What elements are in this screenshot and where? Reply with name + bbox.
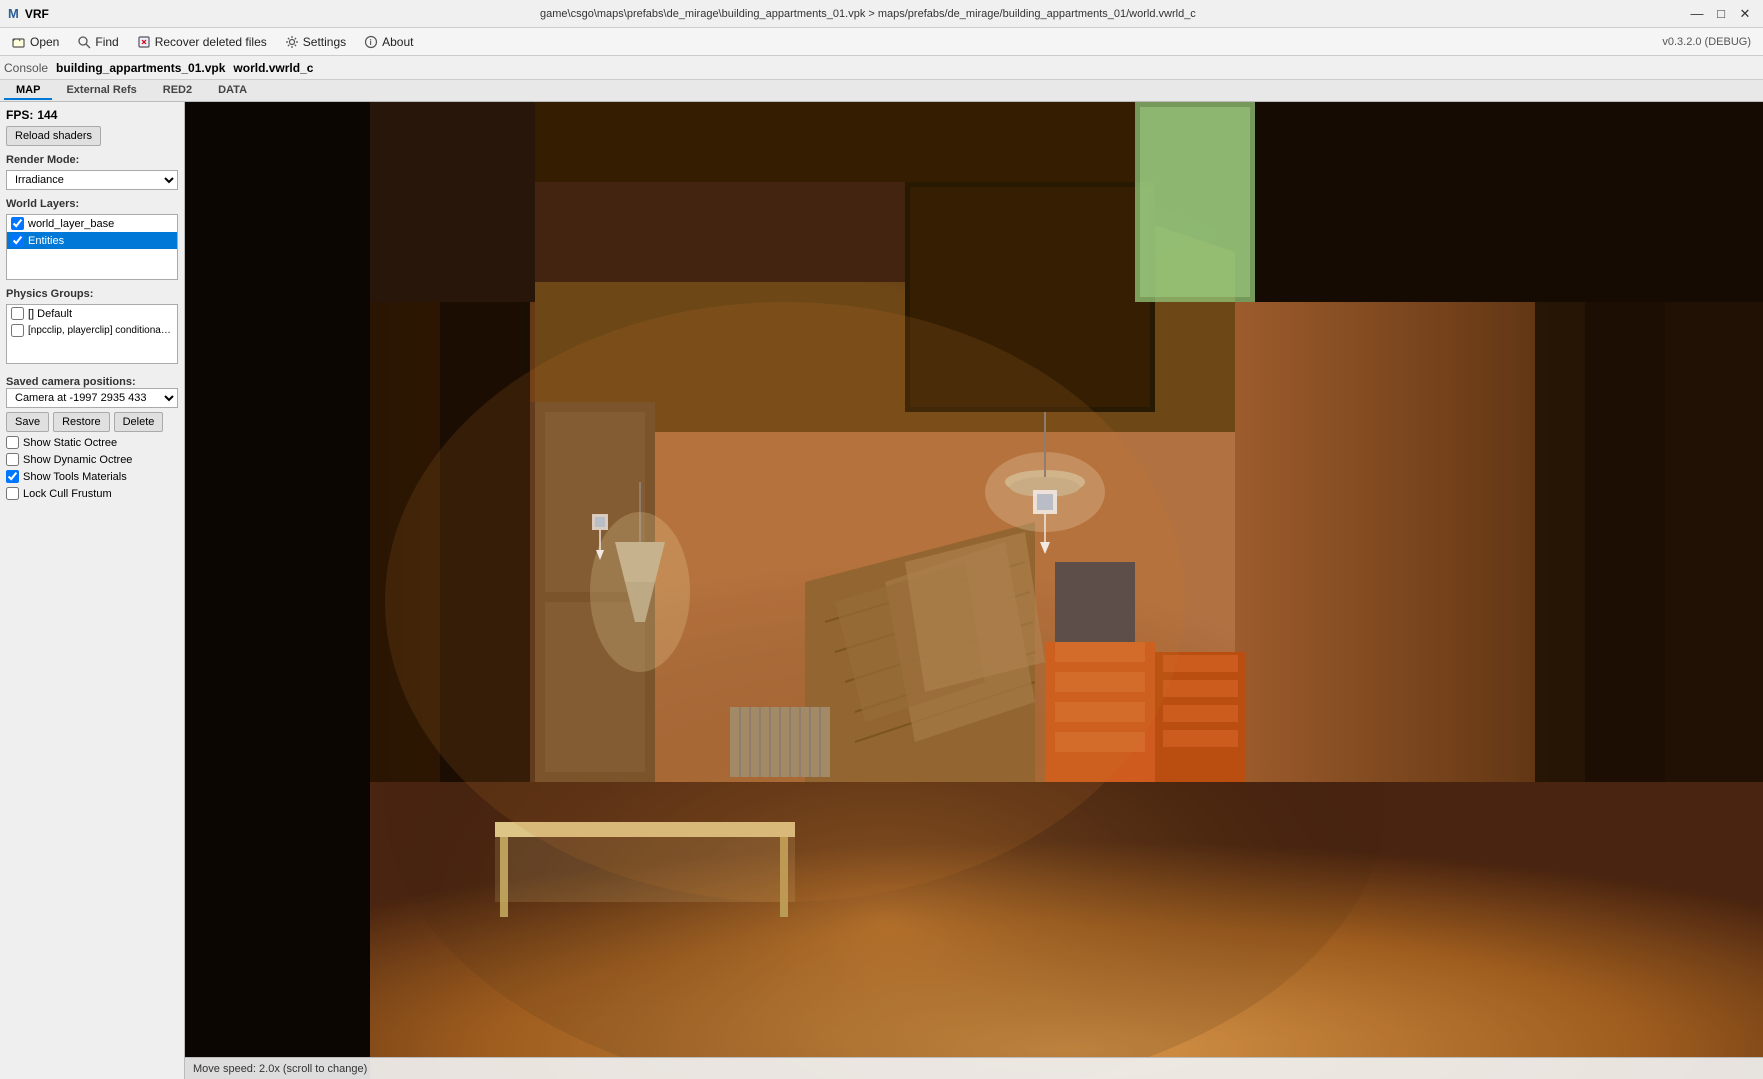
camera-select[interactable]: Camera at -1997 2935 433 <box>6 388 178 408</box>
scene-svg <box>185 102 1763 1079</box>
app-icon: M <box>8 6 19 21</box>
world-layer-entities-label: Entities <box>28 235 64 247</box>
tab-data[interactable]: DATA <box>206 82 259 100</box>
physics-groups-label: Physics Groups: <box>6 288 178 300</box>
delete-camera-button[interactable]: Delete <box>114 412 164 432</box>
lock-cull-frustum-label: Lock Cull Frustum <box>23 488 112 500</box>
world-layer-entities-checkbox[interactable] <box>11 234 24 247</box>
world-layers-empty <box>7 249 177 279</box>
settings-button[interactable]: Settings <box>277 31 354 53</box>
title-path-text: game\csgo\maps\prefabs\de_mirage\buildin… <box>540 8 1196 20</box>
tab-red2[interactable]: RED2 <box>151 82 204 100</box>
lock-cull-frustum-row[interactable]: Lock Cull Frustum <box>6 487 178 500</box>
world-layers-list: world_layer_base Entities <box>6 214 178 280</box>
console-file1: building_appartments_01.vpk <box>56 61 225 75</box>
restore-camera-button[interactable]: Restore <box>53 412 110 432</box>
camera-buttons: Save Restore Delete <box>6 412 178 432</box>
physics-npcclip-checkbox[interactable] <box>11 324 24 337</box>
recover-label: Recover deleted files <box>155 35 267 49</box>
open-icon <box>12 35 26 49</box>
world-layer-base-checkbox[interactable] <box>11 217 24 230</box>
reload-shaders-button[interactable]: Reload shaders <box>6 126 101 146</box>
status-bar: Move speed: 2.0x (scroll to change) <box>185 1057 1763 1079</box>
show-dynamic-octree-row[interactable]: Show Dynamic Octree <box>6 453 178 466</box>
about-icon: i <box>364 35 378 49</box>
show-dynamic-octree-label: Show Dynamic Octree <box>23 454 132 466</box>
camera-positions-label: Saved camera positions: <box>6 376 178 388</box>
world-layer-item-entities[interactable]: Entities <box>7 232 177 249</box>
nav-tabs: MAP External Refs RED2 DATA <box>0 80 1763 102</box>
world-layer-base-label: world_layer_base <box>28 218 114 230</box>
world-layer-item-base[interactable]: world_layer_base <box>7 215 177 232</box>
find-label: Find <box>95 35 118 49</box>
title-bar-controls: — □ ✕ <box>1687 4 1755 24</box>
left-panel: FPS: 144 Reload shaders Render Mode: Irr… <box>0 102 185 1079</box>
tab-map[interactable]: MAP <box>4 82 52 100</box>
show-tools-materials-label: Show Tools Materials <box>23 471 127 483</box>
console-row: Console building_appartments_01.vpk worl… <box>0 56 1763 80</box>
save-camera-button[interactable]: Save <box>6 412 49 432</box>
viewport-scene <box>185 102 1763 1079</box>
title-path: game\csgo\maps\prefabs\de_mirage\buildin… <box>49 8 1687 20</box>
fps-value: 144 <box>37 108 57 122</box>
show-tools-materials-row[interactable]: Show Tools Materials <box>6 470 178 483</box>
world-layers-label: World Layers: <box>6 198 178 210</box>
show-static-octree-checkbox[interactable] <box>6 436 19 449</box>
show-dynamic-octree-checkbox[interactable] <box>6 453 19 466</box>
lock-cull-frustum-checkbox[interactable] <box>6 487 19 500</box>
open-label: Open <box>30 35 59 49</box>
open-button[interactable]: Open <box>4 31 67 53</box>
main-layout: FPS: 144 Reload shaders Render Mode: Irr… <box>0 102 1763 1079</box>
settings-icon <box>285 35 299 49</box>
app-title: VRF <box>25 7 49 21</box>
viewport[interactable]: Move speed: 2.0x (scroll to change) <box>185 102 1763 1079</box>
minimize-button[interactable]: — <box>1687 4 1707 24</box>
recover-icon <box>137 35 151 49</box>
about-button[interactable]: i About <box>356 31 421 53</box>
fps-row: FPS: 144 <box>6 108 178 122</box>
find-icon <box>77 35 91 49</box>
physics-item-npcclip[interactable]: [npcclip, playerclip] conditionallysolid <box>7 322 177 339</box>
render-mode-select[interactable]: Irradiance <box>6 170 178 190</box>
physics-default-checkbox[interactable] <box>11 307 24 320</box>
show-static-octree-row[interactable]: Show Static Octree <box>6 436 178 449</box>
settings-label: Settings <box>303 35 346 49</box>
camera-section: Saved camera positions: Camera at -1997 … <box>6 372 178 432</box>
render-mode-label: Render Mode: <box>6 154 178 166</box>
physics-npcclip-label: [npcclip, playerclip] conditionallysolid <box>28 325 173 336</box>
maximize-button[interactable]: □ <box>1711 4 1731 24</box>
show-tools-materials-checkbox[interactable] <box>6 470 19 483</box>
console-file2: world.vwrld_c <box>233 61 313 75</box>
title-bar-left: M VRF <box>8 6 49 21</box>
recover-button[interactable]: Recover deleted files <box>129 31 275 53</box>
physics-list: [] Default [npcclip, playerclip] conditi… <box>6 304 178 364</box>
toolbar: Open Find Recover deleted files Settings… <box>0 28 1763 56</box>
physics-default-label: [] Default <box>28 308 72 320</box>
tab-external-refs[interactable]: External Refs <box>54 82 148 100</box>
move-speed-label: Move speed: 2.0x (scroll to change) <box>193 1063 367 1075</box>
version-label: v0.3.2.0 (DEBUG) <box>1662 36 1759 48</box>
title-bar: M VRF game\csgo\maps\prefabs\de_mirage\b… <box>0 0 1763 28</box>
about-label: About <box>382 35 413 49</box>
show-static-octree-label: Show Static Octree <box>23 437 117 449</box>
fps-label: FPS: <box>6 108 33 122</box>
find-button[interactable]: Find <box>69 31 126 53</box>
console-label: Console <box>4 61 48 75</box>
close-button[interactable]: ✕ <box>1735 4 1755 24</box>
physics-item-default[interactable]: [] Default <box>7 305 177 322</box>
svg-text:i: i <box>370 38 372 47</box>
